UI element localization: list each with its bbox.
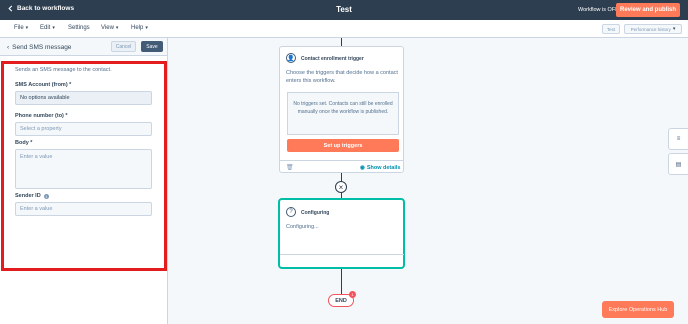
cancel-button[interactable]: Cancel xyxy=(111,41,136,52)
top-bar: Back to workflows Test Workflow is OFF R… xyxy=(0,0,688,20)
action-description: Sends an SMS message to the contact. xyxy=(15,67,112,73)
chevron-down-icon: ▾ xyxy=(25,25,29,31)
phone-number-label: Phone number (to) * xyxy=(15,113,68,119)
body-textarea[interactable]: Enter a value xyxy=(15,149,152,189)
menu-bar: File ▾ Edit ▾ Settings View ▾ Help ▾ Test Pe… xyxy=(0,20,688,38)
eye-icon: ◉ xyxy=(360,165,365,171)
menu-help[interactable]: Help ▾ xyxy=(131,25,148,31)
menu-label: Help xyxy=(131,25,144,31)
lines-icon: ≡ xyxy=(676,136,681,142)
test-button[interactable]: Test xyxy=(602,24,620,34)
performance-history-button[interactable]: Performance history ▾ xyxy=(624,24,682,34)
configuring-card[interactable]: ? Configuring Configuring... xyxy=(279,199,404,268)
show-details-label: Show details xyxy=(366,165,401,171)
menu-settings[interactable]: Settings xyxy=(68,25,90,31)
sender-id-input[interactable]: Enter a value xyxy=(15,202,152,216)
perf-label: Performance history xyxy=(630,26,671,32)
review-publish-button[interactable]: Review and publish xyxy=(616,3,680,17)
configuring-title: Configuring xyxy=(301,210,330,216)
chevron-down-icon: ▾ xyxy=(115,25,119,31)
panel-title: Send SMS message xyxy=(12,44,72,51)
sender-id-text: Sender ID xyxy=(15,193,41,199)
show-details-link[interactable]: ◉ Show details xyxy=(360,165,400,171)
action-panel: ‹ Send SMS message Cancel Save Sends an … xyxy=(0,38,168,324)
chevron-down-icon: ▾ xyxy=(145,25,148,31)
chevron-left-icon: ‹ xyxy=(7,44,10,51)
sender-id-label: Sender ID i xyxy=(15,193,49,199)
menu-label: View xyxy=(101,25,114,31)
phone-number-select[interactable]: Select a property xyxy=(15,122,152,136)
sidebar-tab-comments[interactable]: ▤ xyxy=(668,153,688,175)
menu-view[interactable]: View ▾ xyxy=(101,25,118,31)
set-up-triggers-button[interactable]: Set up triggers xyxy=(287,139,399,152)
trigger-card-desc: Choose the triggers that decide how a co… xyxy=(286,70,398,84)
info-icon[interactable]: i xyxy=(43,193,49,199)
connector-line xyxy=(341,38,342,46)
sms-account-label: SMS Account (from) * xyxy=(15,82,72,88)
chevron-down-icon: ▾ xyxy=(52,25,55,31)
menu-file[interactable]: File ▾ xyxy=(14,25,28,31)
workflow-status: Workflow is OFF xyxy=(578,7,619,13)
question-icon: ? xyxy=(286,207,296,217)
add-action-icon[interactable]: × xyxy=(335,181,347,193)
menu-label: Edit xyxy=(40,25,51,31)
explore-operations-hub-button[interactable]: Explore Operations Hub xyxy=(602,301,674,318)
menu-edit[interactable]: Edit ▾ xyxy=(40,25,55,31)
enrollment-trigger-card[interactable]: 👤 Contact enrollment trigger Choose the … xyxy=(279,46,404,173)
connector-line xyxy=(341,268,342,294)
menu-label: File xyxy=(14,25,24,31)
comment-icon: ▤ xyxy=(675,161,682,168)
trash-icon[interactable]: 🗑 xyxy=(286,164,294,171)
configuring-body: Configuring... xyxy=(286,224,319,230)
chevron-down-icon: ▾ xyxy=(672,26,676,32)
end-badge: 1 xyxy=(349,291,356,298)
trigger-card-footer: 🗑 ◉ Show details xyxy=(280,160,404,174)
menu-label: Settings xyxy=(68,25,90,31)
sidebar-tab-details[interactable]: ≡ xyxy=(668,128,688,150)
save-button[interactable]: Save xyxy=(141,41,163,52)
contact-icon: 👤 xyxy=(286,53,296,63)
panel-header: ‹ Send SMS message Cancel Save xyxy=(0,38,167,56)
trigger-card-title: Contact enrollment trigger xyxy=(301,56,364,62)
panel-back[interactable]: ‹ Send SMS message xyxy=(7,44,71,51)
no-triggers-message: No triggers set. Contacts can still be e… xyxy=(287,92,399,135)
body-label: Body * xyxy=(15,140,33,146)
sms-account-select[interactable]: No options available xyxy=(15,91,152,105)
configuring-footer xyxy=(280,254,404,268)
